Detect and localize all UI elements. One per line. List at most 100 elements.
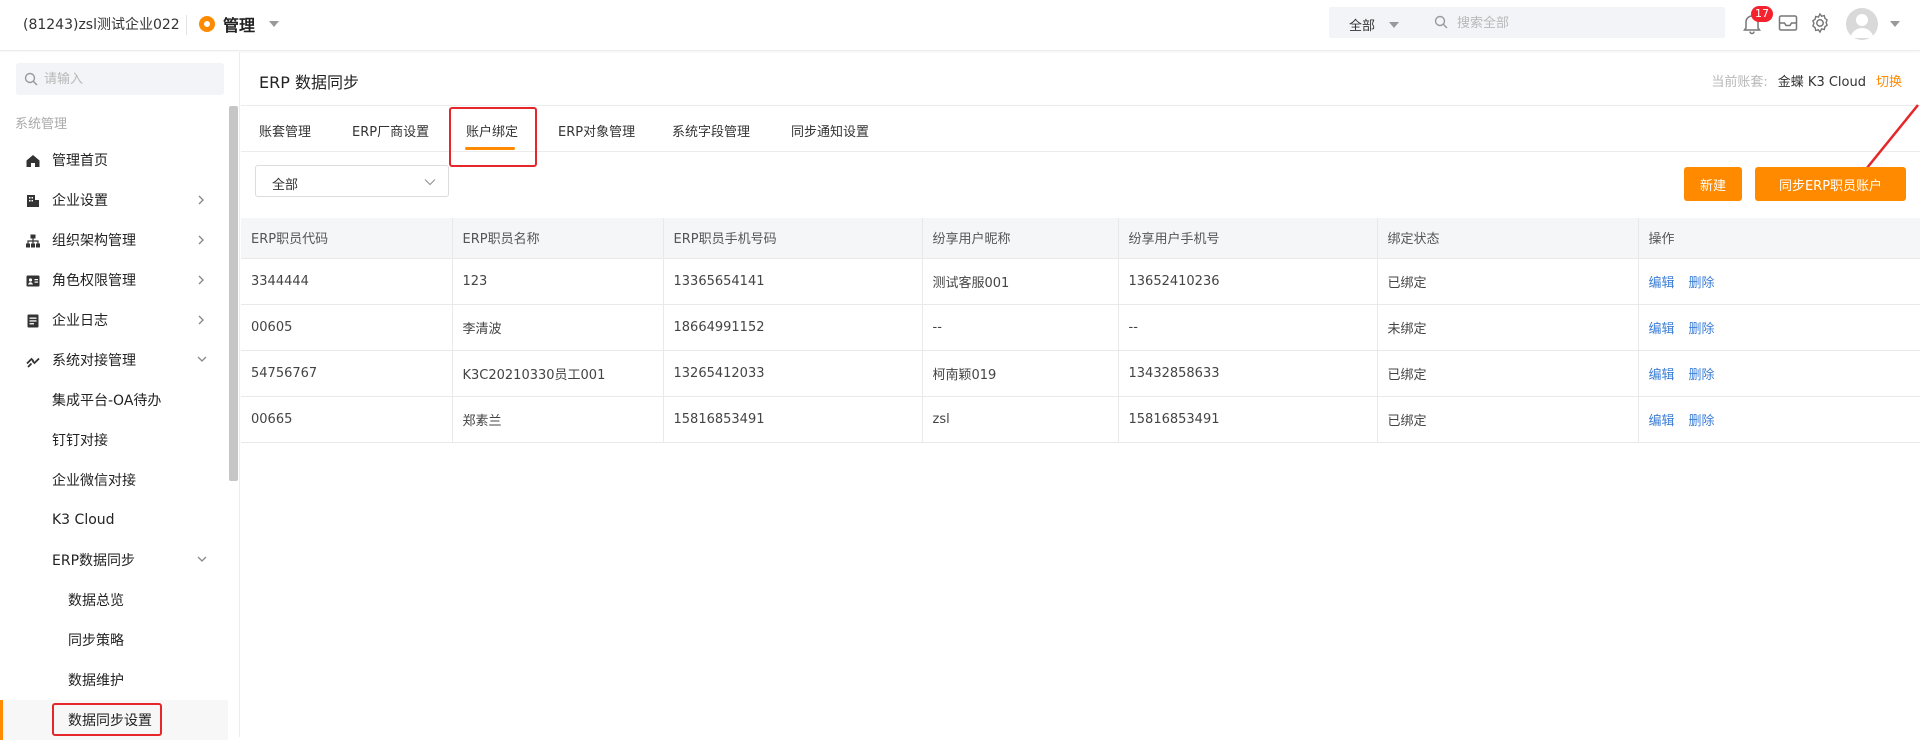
user-icon xyxy=(1850,14,1874,38)
sidebar-item-data-overview[interactable]: 数据总览 xyxy=(0,580,228,620)
sidebar-item-wecom[interactable]: 企业微信对接 xyxy=(0,460,228,500)
app-gear-icon xyxy=(199,16,215,32)
sidebar-item-label: 集成平台-OA待办 xyxy=(52,393,162,409)
new-button[interactable]: 新建 xyxy=(1684,167,1742,201)
sidebar-item-system-integration[interactable]: 系统对接管理 xyxy=(0,340,228,380)
account-label: 当前账套: xyxy=(1711,75,1768,90)
actions-cell: 编辑 删除 xyxy=(1638,304,1920,351)
delete-link[interactable]: 删除 xyxy=(1689,368,1715,383)
table-header-row: ERP职员代码 ERP职员名称 ERP职员手机号码 纷享用户昵称 纷享用户手机号… xyxy=(241,218,1920,259)
table-cell: 18664991152 xyxy=(663,304,923,351)
sidebar-item-enterprise-settings[interactable]: 企业设置 xyxy=(0,180,228,220)
sidebar-item-label: 管理首页 xyxy=(52,153,108,169)
org-chart-icon xyxy=(26,234,40,248)
chevron-down-icon xyxy=(197,556,207,562)
table-cell: 3344444 xyxy=(241,258,453,305)
sidebar-item-label: 组织架构管理 xyxy=(52,233,136,249)
sidebar-scrollbar[interactable] xyxy=(229,106,238,481)
table-cell: 13652410236 xyxy=(1118,258,1378,305)
table-cell: 郑素兰 xyxy=(452,396,664,443)
tab-bar: 账套管理 ERP厂商设置 账户绑定 ERP对象管理 系统字段管理 同步通知设置 xyxy=(241,107,1920,167)
page-title: ERP 数据同步 xyxy=(259,73,359,92)
tab-sync-notifications[interactable]: 同步通知设置 xyxy=(791,121,869,140)
page-header: ERP 数据同步 当前账套: 金蝶 K3 Cloud 切换 xyxy=(241,52,1920,106)
column-header: 操作 xyxy=(1638,218,1920,259)
sidebar-item-logs[interactable]: 企业日志 xyxy=(0,300,228,340)
delete-link[interactable]: 删除 xyxy=(1689,276,1715,291)
notification-badge: 17 xyxy=(1751,6,1773,22)
chevron-down-icon[interactable] xyxy=(1890,21,1900,27)
tab-account-binding[interactable]: 账户绑定 xyxy=(466,121,518,140)
delete-link[interactable]: 删除 xyxy=(1689,414,1715,429)
inbox-icon[interactable] xyxy=(1776,11,1800,35)
table-cell: 已绑定 xyxy=(1377,396,1639,443)
table-cell: 李清波 xyxy=(452,304,664,351)
table-cell: 123 xyxy=(452,258,664,305)
delete-link[interactable]: 删除 xyxy=(1689,322,1715,337)
table-cell: 已绑定 xyxy=(1377,258,1639,305)
sidebar-item-data-sync-settings[interactable]: 数据同步设置 xyxy=(0,700,228,740)
sidebar-item-data-maintenance[interactable]: 数据维护 xyxy=(0,660,228,700)
sidebar-item-label: 企业微信对接 xyxy=(52,473,136,489)
chevron-right-icon xyxy=(198,315,204,325)
search-scope-select[interactable]: 全部 xyxy=(1349,15,1400,34)
chevron-right-icon xyxy=(198,275,204,285)
tab-account-set[interactable]: 账套管理 xyxy=(259,121,311,140)
main-content: ERP 数据同步 当前账套: 金蝶 K3 Cloud 切换 账套管理 ERP厂商… xyxy=(241,52,1920,737)
edit-link[interactable]: 编辑 xyxy=(1649,368,1675,383)
tab-erp-objects[interactable]: ERP对象管理 xyxy=(558,121,635,140)
account-value: 金蝶 K3 Cloud xyxy=(1777,75,1866,90)
column-header: ERP职员名称 xyxy=(452,218,664,259)
sidebar-item-k3-cloud[interactable]: K3 Cloud xyxy=(0,500,228,540)
chevron-down-icon xyxy=(424,179,436,186)
sidebar-item-label: 数据维护 xyxy=(68,673,124,689)
sidebar-item-dingtalk[interactable]: 钉钉对接 xyxy=(0,420,228,460)
sidebar-item-label: 钉钉对接 xyxy=(52,433,108,449)
actions-cell: 编辑 删除 xyxy=(1638,396,1920,443)
sidebar-item-org-structure[interactable]: 组织架构管理 xyxy=(0,220,228,260)
gear-icon[interactable] xyxy=(1808,11,1832,35)
actions-cell: 编辑 删除 xyxy=(1638,350,1920,397)
table-cell: 15816853491 xyxy=(663,396,923,443)
sidebar-item-oa-todo[interactable]: 集成平台-OA待办 xyxy=(0,380,228,420)
edit-link[interactable]: 编辑 xyxy=(1649,276,1675,291)
binding-table: ERP职员代码 ERP职员名称 ERP职员手机号码 纷享用户昵称 纷享用户手机号… xyxy=(241,218,1920,443)
table-row: 00665 郑素兰 15816853491 zsl 15816853491 已绑… xyxy=(241,396,1920,443)
sidebar-search-input[interactable] xyxy=(44,68,214,90)
sidebar-item-sync-strategy[interactable]: 同步策略 xyxy=(0,620,228,660)
table-cell: 13365654141 xyxy=(663,258,923,305)
section-title: 系统管理 xyxy=(15,117,68,132)
table-cell: 未绑定 xyxy=(1377,304,1639,351)
sidebar-item-label: 角色权限管理 xyxy=(52,273,136,289)
table-cell: -- xyxy=(1118,304,1378,351)
table-row: 00605 李清波 18664991152 -- -- 未绑定 编辑 删除 xyxy=(241,304,1920,351)
table-cell: 13265412033 xyxy=(663,350,923,397)
chevron-down-icon xyxy=(197,356,207,362)
search-icon xyxy=(24,72,38,86)
chevron-down-icon xyxy=(1389,21,1400,28)
sidebar-nav: 管理首页 企业设置 组织架构管理 角色权限管理 企业日志 系统对接管理 集成平台… xyxy=(0,140,228,740)
app-switcher[interactable]: 管理 xyxy=(199,12,280,36)
column-header: ERP职员代码 xyxy=(241,218,453,259)
home-icon xyxy=(26,155,40,167)
tab-erp-vendor[interactable]: ERP厂商设置 xyxy=(352,121,429,140)
binding-filter-select[interactable]: 全部 xyxy=(255,165,449,197)
sidebar-item-roles[interactable]: 角色权限管理 xyxy=(0,260,228,300)
sidebar-item-home[interactable]: 管理首页 xyxy=(0,140,228,180)
actions-cell: 编辑 删除 xyxy=(1638,258,1920,305)
sidebar-search xyxy=(16,63,224,95)
tab-system-fields[interactable]: 系统字段管理 xyxy=(672,121,750,140)
id-card-icon xyxy=(26,275,40,287)
table-cell: 柯南颖019 xyxy=(922,350,1119,397)
sync-erp-staff-button[interactable]: 同步ERP职员账户 xyxy=(1755,167,1906,201)
edit-link[interactable]: 编辑 xyxy=(1649,322,1675,337)
edit-link[interactable]: 编辑 xyxy=(1649,414,1675,429)
chevron-down-icon xyxy=(269,21,280,27)
search-icon xyxy=(1434,15,1448,29)
company-name[interactable]: (81243)zsl测试企业022 xyxy=(23,14,180,34)
avatar[interactable] xyxy=(1846,8,1878,40)
switch-account-link[interactable]: 切换 xyxy=(1876,71,1902,90)
sidebar-item-erp-sync[interactable]: ERP数据同步 xyxy=(0,540,228,580)
table-cell: 00605 xyxy=(241,304,453,351)
search-input[interactable] xyxy=(1457,12,1707,34)
